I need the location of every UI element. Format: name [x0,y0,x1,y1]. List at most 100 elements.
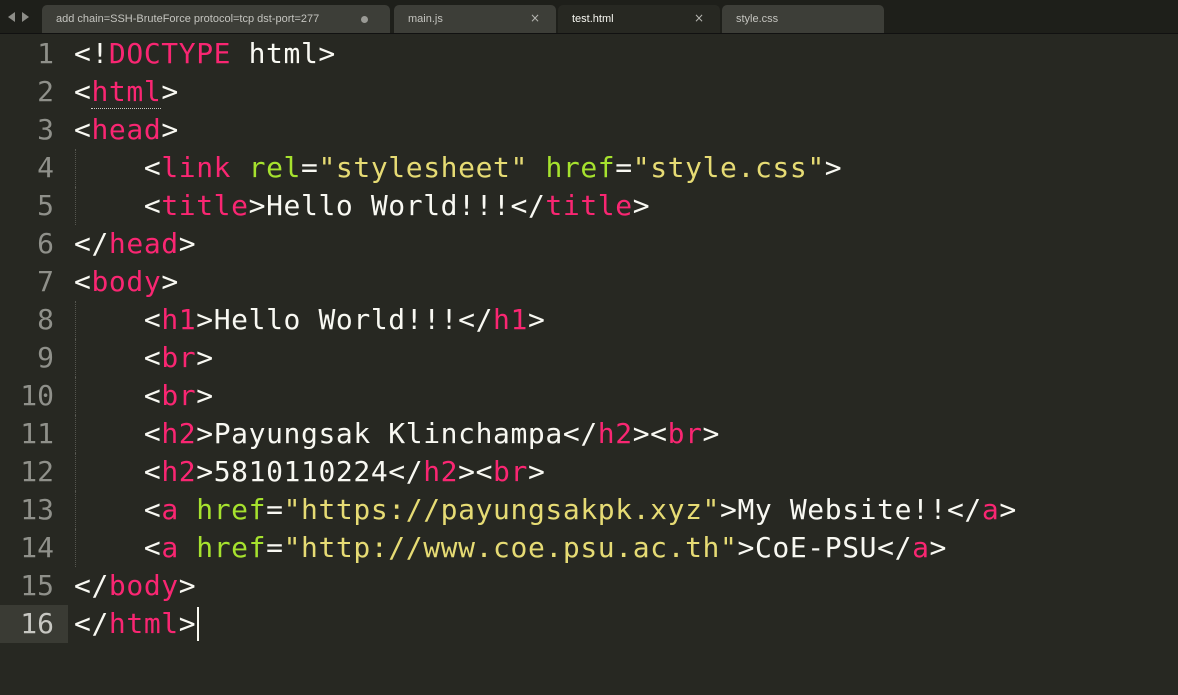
code-token: h1 [493,303,528,336]
code-token: > [161,75,179,108]
code-line[interactable]: 8 <h1>Hello World!!!</h1> [0,301,1178,339]
code-line[interactable]: 14 <a href="http://www.coe.psu.ac.th">Co… [0,529,1178,567]
code-token: </ [74,569,109,602]
tab-bar: add chain=SSH-BruteForce protocol=tcp ds… [0,0,1178,34]
code-token: < [74,265,92,298]
code-editor[interactable]: 1 <!DOCTYPE html> 2 <html> 3 <head> 4 <link re… [0,34,1178,695]
line-number: 16 [20,607,54,640]
code-token: > [178,227,197,260]
code-token: > [196,455,214,488]
code-token: >< [458,455,494,488]
tab-style-css[interactable]: style.css [722,5,884,33]
code-token: < [143,455,162,488]
code-token: > [527,303,546,336]
code-token: h2 [161,455,197,488]
unsaved-dot-icon[interactable] [361,16,368,23]
code-text: <title>Hello World!!!</title> [74,189,650,223]
code-line[interactable]: 5 <title>Hello World!!!</title> [0,187,1178,225]
line-number: 11 [20,417,54,450]
close-icon[interactable]: × [692,11,706,25]
tab-test-html[interactable]: test.html × [558,5,720,33]
line-number: 12 [20,455,54,488]
code-line[interactable]: 15 </body> [0,567,1178,605]
code-token: </ [74,607,109,640]
code-text: <br> [74,379,214,413]
code-token: = [301,151,319,184]
line-number: 9 [37,341,54,374]
code-token: = [266,531,284,564]
code-token: Hello World!!! [266,189,511,222]
tab-nav-arrows [8,9,29,25]
code-token: br [161,341,197,374]
code-token: href [196,531,267,564]
code-line[interactable]: 6 </head> [0,225,1178,263]
code-token: </ [74,227,109,260]
code-line[interactable]: 11 <h2>Payungsak Klinchampa</h2><br> [0,415,1178,453]
code-token: > [178,607,197,640]
code-text: <!DOCTYPE html> [74,37,336,71]
code-line[interactable]: 10 <br> [0,377,1178,415]
code-token: > [702,417,721,450]
code-token: >< [632,417,668,450]
code-line[interactable]: 1 <!DOCTYPE html> [0,35,1178,73]
code-token: "https://payungsakpk.xyz" [283,493,720,526]
code-token: html [108,607,179,640]
code-token: < [143,151,162,184]
tab-label: test.html [572,13,614,25]
close-icon[interactable]: × [528,11,542,25]
code-token: 5810110224 [213,455,389,488]
line-number: 5 [37,189,54,222]
code-token: My Website!! [737,493,947,526]
code-token: h1 [161,303,197,336]
line-number: 2 [37,75,54,108]
code-line[interactable]: 3 <head> [0,111,1178,149]
arrow-left-icon[interactable] [8,12,15,22]
code-token: < [143,341,162,374]
code-line[interactable]: 4 <link rel="stylesheet" href="style.css… [0,149,1178,187]
code-token: < [143,379,162,412]
code-token: link [161,151,232,184]
line-number: 14 [20,531,54,564]
line-number: 6 [37,227,54,260]
code-line[interactable]: 16 </html> [0,605,1178,643]
arrow-right-icon[interactable] [22,12,29,22]
code-token: head [108,227,179,260]
code-token: a [981,493,1000,526]
code-token: > [161,265,179,298]
code-token: h2 [161,417,197,450]
code-token: </ [946,493,982,526]
code-line[interactable]: 7 <body> [0,263,1178,301]
tab-label: main.js [408,13,443,25]
tab-ssh-bruteforce[interactable]: add chain=SSH-BruteForce protocol=tcp ds… [42,5,390,33]
text-cursor [197,607,200,641]
code-token: title [545,189,633,222]
tab-main-js[interactable]: main.js × [394,5,556,33]
code-token: h2 [597,417,633,450]
code-token: href [196,493,267,526]
code-token: head [91,113,162,146]
code-token: html [231,37,319,70]
code-text: <link rel="stylesheet" href="style.css"> [74,151,842,185]
line-number: 3 [37,113,54,146]
code-token: > [196,341,214,374]
code-token: < [74,113,92,146]
code-token: CoE-PSU [754,531,878,564]
code-token: > [824,151,843,184]
line-number: 1 [37,37,54,70]
code-token: html [91,75,162,109]
code-line[interactable]: 9 <br> [0,339,1178,377]
code-token: </ [388,455,424,488]
code-token: rel [248,151,301,184]
code-line[interactable]: 2 <html> [0,73,1178,111]
code-token: < [143,531,162,564]
code-line[interactable]: 12 <h2>5810110224</h2><br> [0,453,1178,491]
code-token: > [929,531,947,564]
code-text: <h2>5810110224</h2><br> [74,455,545,489]
code-line[interactable]: 13 <a href="https://payungsakpk.xyz">My … [0,491,1178,529]
code-text: <h1>Hello World!!!</h1> [74,303,545,337]
